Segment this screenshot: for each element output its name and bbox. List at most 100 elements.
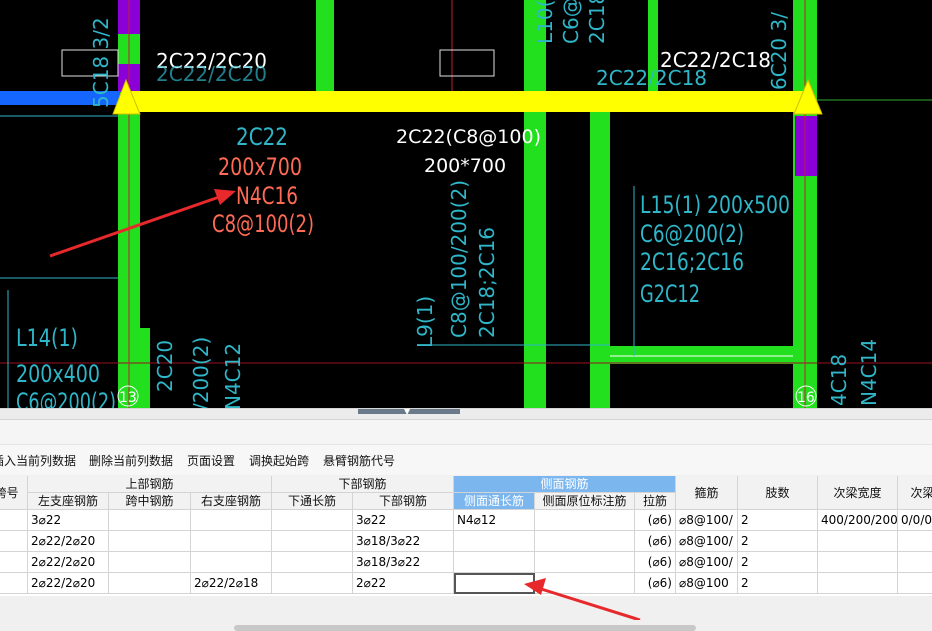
table-cell-tie[interactable]: (⌀6) — [635, 552, 676, 573]
table-cell-left[interactable]: 3⌀22 — [28, 510, 109, 531]
table-cell-stirrup[interactable]: ⌀8@100/ — [676, 552, 738, 573]
table-cell-side[interactable] — [454, 531, 535, 552]
col-header-secondary-more: 次梁 — [898, 476, 932, 510]
swap-start-span-button[interactable]: 调换起始跨 — [249, 452, 309, 469]
table-cell-sec-width[interactable] — [818, 573, 898, 594]
cantilever-rebar-code-button[interactable]: 悬臂钢筋代号 — [323, 452, 395, 469]
purple-columns — [118, 0, 817, 176]
rebar-table: 跨号 上部钢筋 下部钢筋 侧面钢筋 箍筋 肢数 次梁宽度 次梁 左支座钢筋 跨中… — [0, 476, 932, 596]
l9-name: L9(1) — [413, 296, 437, 348]
table-cell-right[interactable] — [191, 510, 272, 531]
table-cell-mid[interactable] — [109, 552, 191, 573]
table-cell-span-no[interactable] — [0, 531, 28, 552]
table-cell-sec-width[interactable]: 400/200/200 — [818, 510, 898, 531]
group-header-side-rebar: 侧面钢筋 — [454, 476, 676, 493]
table-cell-tie[interactable]: (⌀6) — [635, 531, 676, 552]
cad-drawing-canvas[interactable]: 2C22/2C20 2C22/2C20 2C22/2C18 2C22/2C18 … — [0, 0, 932, 408]
anno-top-rebar: 2C22 — [236, 123, 288, 151]
l9-rebar: 2C18;2C16 — [475, 227, 499, 338]
grid-toolbar: 插入当前列数据 删除当前列数据 页面设置 调换起始跨 悬臂钢筋代号 — [0, 445, 932, 475]
table-cell-through[interactable] — [272, 552, 353, 573]
group-header-bottom-rebar: 下部钢筋 — [272, 476, 454, 493]
l15-rebar: 2C16;2C16 — [640, 248, 744, 276]
horizontal-scrollbar[interactable] — [0, 620, 932, 631]
chevron-down-icon[interactable]: ▼ — [404, 408, 410, 416]
table-cell-mid[interactable] — [109, 573, 191, 594]
beam-center-label: 2C22(C8@100) — [396, 126, 541, 148]
table-cell-side[interactable]: N4⌀12 — [454, 510, 535, 531]
col-header-through-bottom: 下通长筋 — [272, 493, 353, 510]
top-vertical-1: L10( — [533, 0, 557, 44]
beam-top-right-sub: 2C22/2C18 — [596, 66, 707, 90]
table-cell-tie[interactable]: (⌀6) — [635, 510, 676, 531]
table-cell-span-no[interactable] — [0, 573, 28, 594]
table-cell-bottom[interactable]: 3⌀18/3⌀22 — [353, 531, 454, 552]
table-cell-stirrup[interactable]: ⌀8@100 — [676, 573, 738, 594]
table-cell-side[interactable] — [454, 552, 535, 573]
table-cell-bottom[interactable]: 3⌀18/3⌀22 — [353, 552, 454, 573]
l15-side: G2C12 — [640, 280, 700, 308]
table-cell-span-no[interactable] — [0, 510, 28, 531]
table-cell-legs[interactable]: 2 — [738, 510, 818, 531]
text-box-center — [439, 49, 495, 77]
panel-splitter[interactable]: ▼ — [0, 408, 932, 420]
table-cell-in-situ[interactable] — [535, 552, 635, 573]
table-cell-stirrup[interactable]: ⌀8@100/ — [676, 510, 738, 531]
table-cell-span-no[interactable] — [0, 552, 28, 573]
table-cell-sec-width[interactable] — [818, 531, 898, 552]
table-cell-in-situ[interactable] — [535, 510, 635, 531]
table-cell-mid[interactable] — [109, 531, 191, 552]
bottom-right-vertical-1: 4C18 — [827, 354, 851, 406]
table-cell-left[interactable]: 2⌀22/2⌀20 — [28, 573, 109, 594]
table-cell-left[interactable]: 2⌀22/2⌀20 — [28, 552, 109, 573]
table-cell-legs[interactable]: 2 — [738, 573, 818, 594]
delete-column-data-button[interactable]: 删除当前列数据 — [89, 452, 173, 469]
beam-center-size: 200*700 — [424, 155, 506, 177]
col-header-side-in-situ: 侧面原位标注筋 — [535, 493, 635, 510]
table-cell-sec-more[interactable] — [898, 552, 932, 573]
bottom-left-vertical-1: 2C20 — [153, 340, 177, 392]
bottom-left-vertical-3: N4C12 — [221, 343, 245, 408]
table-cell-sec-more[interactable] — [898, 573, 932, 594]
table-cell-legs[interactable]: 2 — [738, 531, 818, 552]
table-cell-bottom[interactable]: 3⌀22 — [353, 510, 454, 531]
col-header-span-no: 跨号 — [0, 476, 28, 510]
table-cell-through[interactable] — [272, 531, 353, 552]
table-cell-side[interactable] — [454, 573, 535, 594]
horizontal-scrollbar-thumb[interactable] — [234, 625, 696, 631]
insert-column-data-button[interactable]: 插入当前列数据 — [0, 452, 76, 469]
group-header-top-rebar: 上部钢筋 — [28, 476, 272, 493]
col-left-vertical: 5C18 3/2 — [89, 17, 113, 108]
bottom-right-vertical-2: N4C14 — [857, 339, 881, 406]
col-header-left-support: 左支座钢筋 — [28, 493, 109, 510]
table-cell-mid[interactable] — [109, 510, 191, 531]
table-cell-legs[interactable]: 2 — [738, 552, 818, 573]
bottom-left-vertical-2: /200(2) — [189, 337, 213, 408]
col-header-stirrup: 箍筋 — [676, 476, 738, 510]
table-cell-right[interactable] — [191, 531, 272, 552]
l14-size: 200x400 — [16, 360, 100, 388]
table-cell-sec-more[interactable] — [898, 531, 932, 552]
table-cell-through[interactable] — [272, 573, 353, 594]
table-cell-right[interactable] — [191, 552, 272, 573]
anno-side-rebar: N4C16 — [236, 182, 298, 210]
table-cell-bottom[interactable]: 2⌀22 — [353, 573, 454, 594]
table-cell-right[interactable]: 2⌀22/2⌀18 — [191, 573, 272, 594]
table-cell-through[interactable] — [272, 510, 353, 531]
l15-stirrup: C6@200(2) — [640, 220, 744, 248]
col-header-tie: 拉筋 — [635, 493, 676, 510]
anno-size: 200x700 — [218, 153, 302, 181]
yellow-beam[interactable] — [127, 91, 807, 112]
table-cell-in-situ[interactable] — [535, 573, 635, 594]
table-cell-tie[interactable]: (⌀6) — [635, 573, 676, 594]
table-cell-sec-more[interactable]: 0/0/0 — [898, 510, 932, 531]
l15-name: L15(1) 200x500 — [640, 191, 790, 219]
page-setup-button[interactable]: 页面设置 — [187, 452, 235, 469]
beam-top-left-sub: 2C22/2C20 — [156, 62, 267, 86]
table-cell-in-situ[interactable] — [535, 531, 635, 552]
table-cell-sec-width[interactable] — [818, 552, 898, 573]
col-header-side-through: 侧面通长筋 — [454, 493, 535, 510]
top-vertical-2: C6@ — [559, 0, 583, 44]
table-cell-left[interactable]: 2⌀22/2⌀20 — [28, 531, 109, 552]
table-cell-stirrup[interactable]: ⌀8@100/ — [676, 531, 738, 552]
